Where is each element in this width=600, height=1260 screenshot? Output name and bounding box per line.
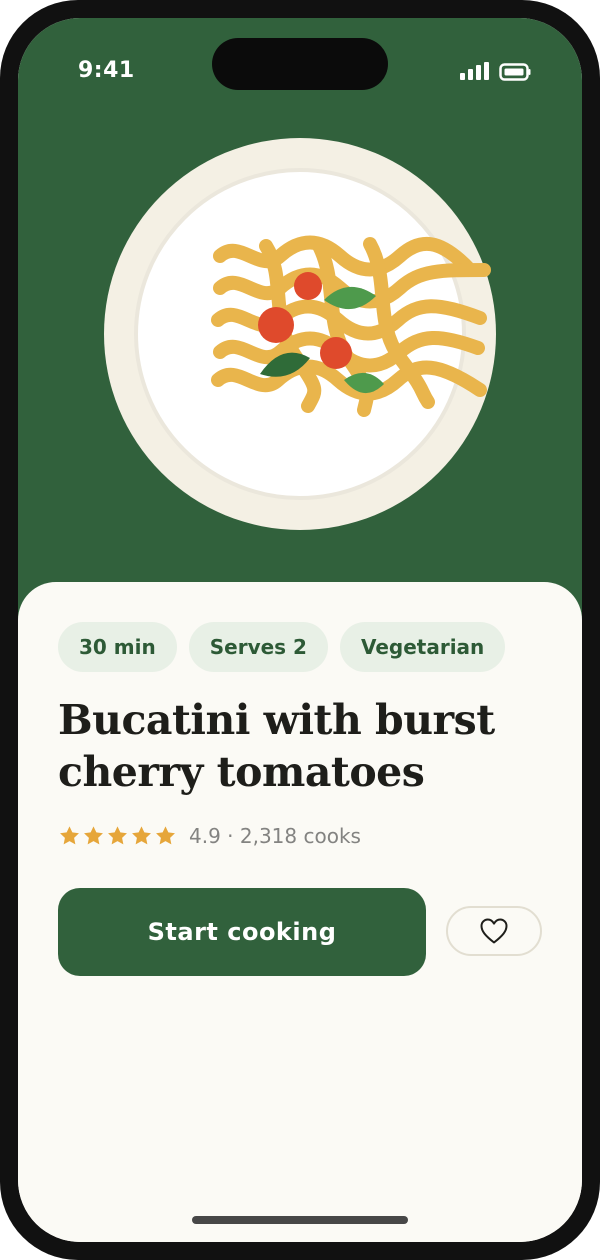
rating-row: 4.9 · 2,318 cooks [58, 818, 361, 854]
star-icon [60, 826, 79, 845]
star-icon [132, 826, 151, 845]
star-icon [84, 826, 103, 845]
battery-icon [499, 63, 531, 81]
status-time: 9:41 [78, 58, 135, 83]
tag-chip-diet[interactable]: Vegetarian [339, 622, 506, 672]
start-cooking-button[interactable]: Start cooking [58, 888, 426, 976]
hero-area: 9:41 [18, 18, 582, 638]
heart-icon [480, 918, 508, 944]
recipe-details-sheet: 30 min Serves 2 Vegetarian Bucatini with… [18, 582, 582, 1242]
favorite-button[interactable] [446, 906, 542, 956]
phone-frame: 9:41 30 min Serves 2 Vegetarian Bucatini… [0, 0, 600, 1260]
tag-chips: 30 min Serves 2 Vegetarian [58, 622, 506, 672]
home-indicator[interactable] [192, 1216, 408, 1224]
star-icon [108, 826, 127, 845]
tag-chip-time[interactable]: 30 min [58, 622, 177, 672]
star-icon [156, 826, 175, 845]
pasta-plate-illustration [104, 138, 496, 530]
rating-summary: 4.9 · 2,318 cooks [189, 824, 361, 848]
signal-icon [460, 62, 489, 80]
star-rating [58, 825, 177, 847]
app-screen: 9:41 30 min Serves 2 Vegetarian Bucatini… [18, 18, 582, 1242]
tag-chip-servings[interactable]: Serves 2 [188, 622, 328, 672]
recipe-title: Bucatini with burst cherry tomatoes [58, 696, 495, 796]
dynamic-island [212, 38, 388, 90]
